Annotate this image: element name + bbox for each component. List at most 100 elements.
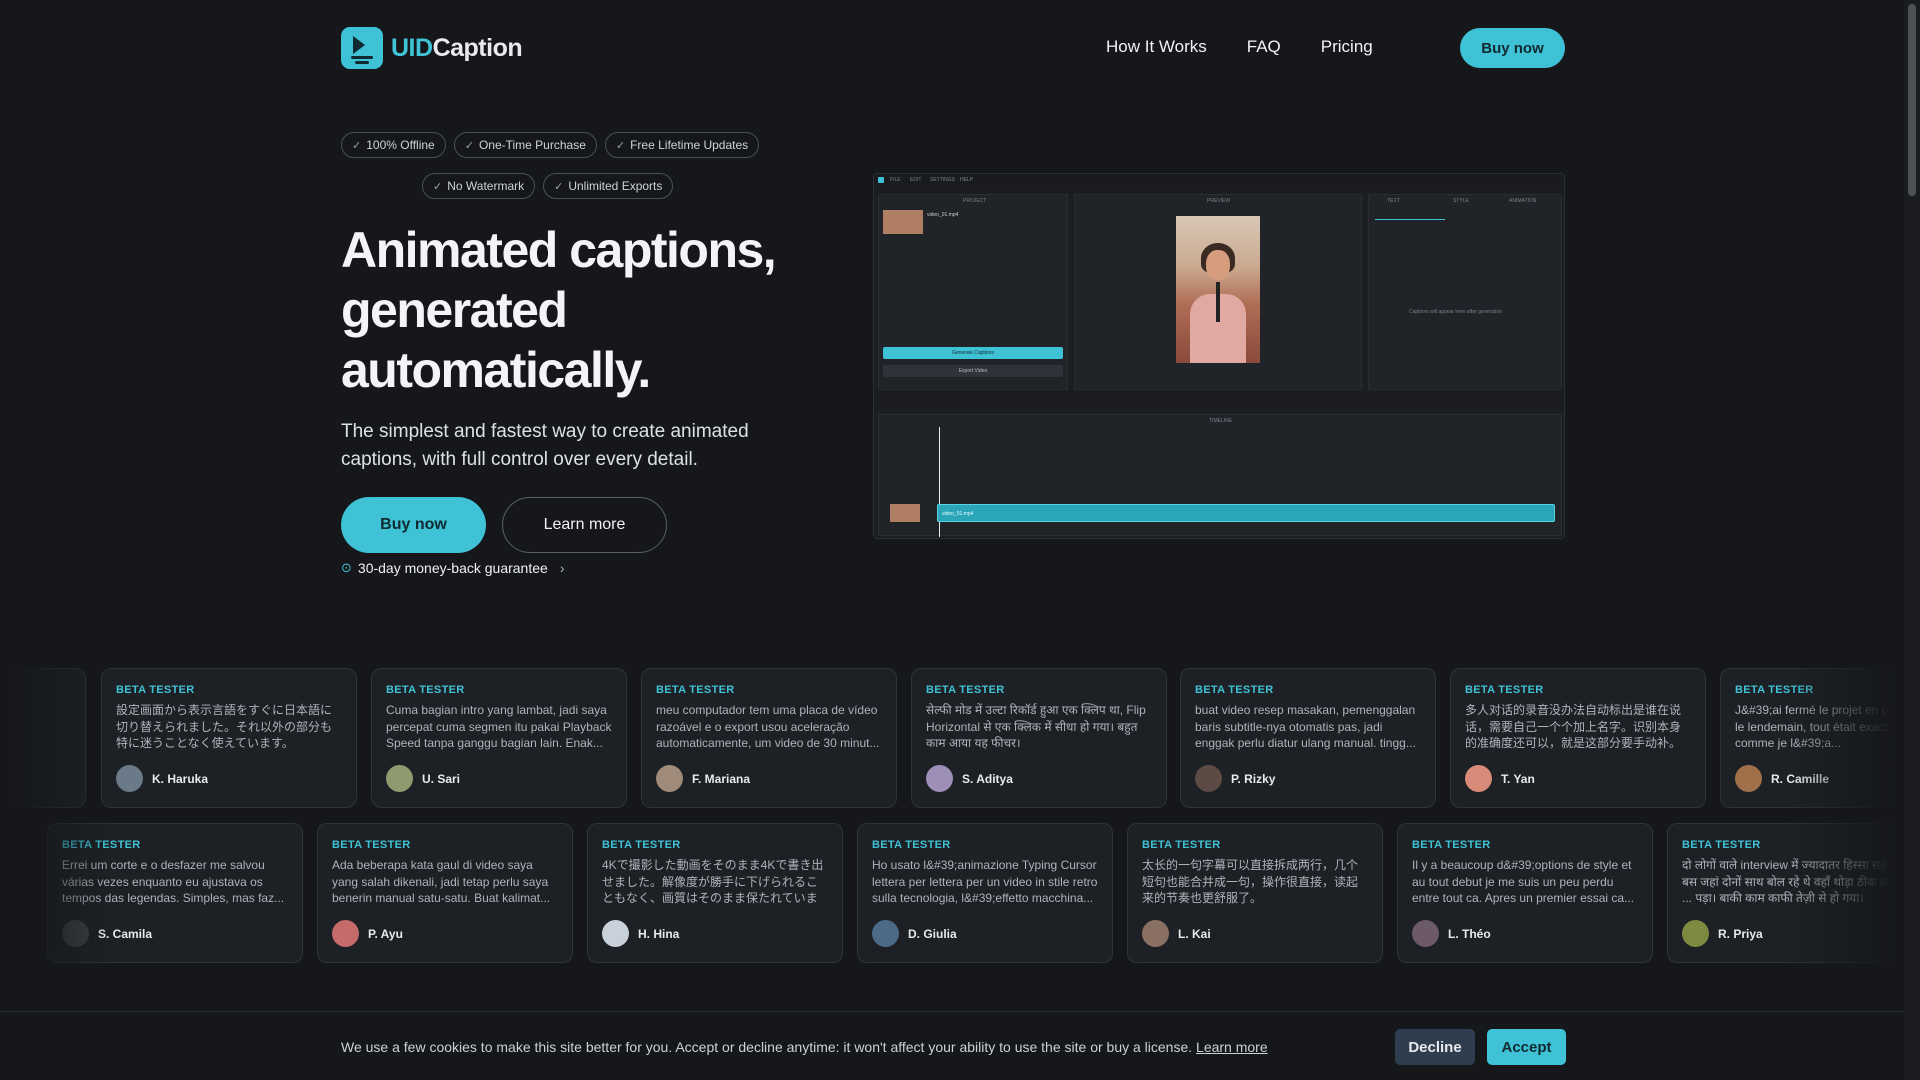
badge-label: No Watermark — [447, 179, 525, 193]
preview-project-panel: Project video_01.mp4 Generate Captions E… — [878, 194, 1068, 390]
feature-badges: ✓ 100% Offline ✓ One-Time Purchase ✓ Free L… — [341, 132, 761, 214]
cookie-decline-button[interactable]: Decline — [1395, 1029, 1475, 1065]
card-user: P. Rizky — [1195, 765, 1275, 792]
card-text: Il y a beaucoup d&#39;options de style e… — [1412, 858, 1635, 905]
card-user: L. Théo — [1412, 920, 1491, 947]
cookie-text: We use a few cookies to make this site b… — [341, 1039, 1268, 1055]
card-user: P. Ayu — [332, 920, 403, 947]
page-scrollbar[interactable] — [1904, 0, 1920, 1080]
card-tag: BETA TESTER — [1735, 684, 1814, 696]
card-tag: BETA TESTER — [926, 684, 1005, 696]
logo-icon — [341, 27, 383, 69]
card-tag: BETA TESTER — [0, 684, 71, 696]
card-user-name: P. Rizky — [1231, 771, 1276, 786]
preview-menu-edit: Edit — [910, 177, 922, 183]
avatar — [1195, 765, 1222, 792]
card-user: U. Sari — [386, 765, 460, 792]
preview-tab-indicator — [1375, 219, 1445, 220]
hero-title: Animated captions, generated automatical… — [341, 222, 777, 398]
check-icon: ✓ — [464, 139, 474, 152]
card-text: J&#39;ai fermé le projet en pa... et rep… — [1735, 703, 1904, 750]
avatar — [332, 920, 359, 947]
badge-label: Unlimited Exports — [568, 179, 663, 193]
testimonial-card: BETA TESTER Ada beberapa kata gaul di vi… — [317, 823, 573, 963]
badge-one-time-purchase: ✓ One-Time Purchase — [453, 132, 597, 158]
nav-link-pricing[interactable]: Pricing — [1321, 37, 1373, 57]
card-text: Ho usato l&#39;animazione Typing Cursor … — [872, 858, 1098, 905]
card-text: Cuma bagian intro yang lambat, jadi saya… — [386, 703, 612, 750]
card-tag: BETA TESTER — [656, 684, 735, 696]
card-user-name: S. Camila — [98, 926, 153, 941]
hero-learn-more-button[interactable]: Learn more — [502, 497, 667, 553]
card-user: R. Camille — [1735, 765, 1829, 792]
avatar — [62, 920, 89, 947]
nav-link-faq[interactable]: FAQ — [1247, 37, 1281, 57]
card-tag: BETA TESTER — [62, 839, 141, 851]
card-user: R. Priya — [1682, 920, 1763, 947]
badge-label: One-Time Purchase — [478, 138, 586, 152]
testimonial-card: BETA TESTER meu computador tem uma placa… — [641, 668, 897, 808]
preview-project-label: Project — [963, 198, 987, 204]
hero-buy-button[interactable]: Buy now — [341, 497, 486, 553]
card-user: L. Kai — [1142, 920, 1211, 947]
preview-menu-help: Help — [960, 177, 974, 183]
check-circle-icon: ⊙ — [341, 560, 352, 575]
hero-subtitle: The simplest and fastest way to create a… — [341, 421, 749, 470]
check-icon: ✓ — [352, 139, 362, 152]
testimonial-card: BETA TESTER buat video resep masakan, pe… — [1180, 668, 1436, 808]
avatar — [872, 920, 899, 947]
check-icon: ✓ — [433, 180, 443, 193]
preview-export-button: Export Video — [883, 365, 1063, 377]
testimonial-card: BETA TESTER 設定画面から表示言語をすぐに日本語に切り替えられました。… — [101, 668, 357, 808]
card-user-name: T. Yan — [1501, 771, 1535, 786]
card-user-name: P. Ayu — [368, 926, 403, 941]
badge-label: Free Lifetime Updates — [630, 138, 749, 152]
testimonials-row-1: BETA TESTER ...a fast. ...ão de ...o víd… — [0, 668, 1904, 808]
card-text: सेल्फी मोड में उल्टा रिकॉर्ड हुआ एक क्लि… — [926, 703, 1146, 750]
testimonial-card: BETA TESTER Errei um corte e o desfazer … — [47, 823, 303, 963]
guarantee-link[interactable]: ⊙ 30-day money-back guarantee › — [341, 560, 564, 576]
badge-label: 100% Offline — [366, 138, 435, 152]
preview-tab-animation: Animation — [1509, 198, 1537, 204]
card-tag: BETA TESTER — [1412, 839, 1491, 851]
preview-track-thumbnail — [890, 504, 920, 522]
badge-no-watermark: ✓ No Watermark — [422, 173, 536, 199]
testimonial-card: BETA TESTER J&#39;ai fermé le projet en … — [1720, 668, 1904, 808]
card-text: 設定画面から表示言語をすぐに日本語に切り替えられました。それ以外の部分も特に迷う… — [116, 703, 333, 750]
cookie-accept-button[interactable]: Accept — [1487, 1029, 1566, 1065]
testimonial-card: BETA TESTER 4Kで撮影した動画をそのまま4Kで書き出せました。解像度… — [587, 823, 843, 963]
preview-menu-settings: Settings — [930, 177, 956, 183]
testimonial-card: BETA TESTER ...a fast. ...ão de ...o víd… — [0, 668, 86, 808]
preview-file-name: video_01.mp4 — [927, 212, 959, 218]
testimonial-card: BETA TESTER Ho usato l&#39;animazione Ty… — [857, 823, 1113, 963]
testimonial-card: BETA TESTER दो लोगों वाले interview में … — [1667, 823, 1904, 963]
card-user-name: F. Mariana — [692, 771, 751, 786]
badge-lifetime-updates: ✓ Free Lifetime Updates — [604, 132, 760, 158]
card-tag: BETA TESTER — [1195, 684, 1274, 696]
card-text: buat video resep masakan, pemenggalan ba… — [1195, 703, 1416, 750]
preview-menubar: File Edit Settings Help — [874, 174, 1564, 186]
card-user: D. Giulia — [872, 920, 957, 947]
card-user: T. Yan — [1465, 765, 1535, 792]
person-face — [1206, 250, 1230, 280]
card-tag: BETA TESTER — [1682, 839, 1761, 851]
avatar — [656, 765, 683, 792]
badge-unlimited-exports: ✓ Unlimited Exports — [543, 173, 674, 199]
cookie-learn-more-link[interactable]: Learn more — [1196, 1039, 1268, 1055]
brand-logo[interactable]: UIDCaption — [341, 27, 523, 69]
brand-name-prefix: UID — [391, 33, 433, 62]
card-tag: BETA TESTER — [386, 684, 465, 696]
card-text: meu computador tem uma placa de vídeo ra… — [656, 703, 880, 750]
avatar — [1682, 920, 1709, 947]
preview-style-panel: Text Style Animation Captions will appea… — [1368, 194, 1562, 390]
nav-buy-button[interactable]: Buy now — [1460, 28, 1565, 68]
card-user-name: D. Giulia — [908, 926, 957, 941]
testimonial-card: BETA TESTER सेल्फी मोड में उल्टा रिकॉर्ड… — [911, 668, 1167, 808]
scrollbar-thumb[interactable] — [1908, 4, 1916, 196]
testimonial-card: BETA TESTER 多人对话的录音没办法自动标出是谁在说话，需要自己一个个加… — [1450, 668, 1706, 808]
preview-menu-file: File — [890, 177, 901, 183]
card-user-name: K. Haruka — [152, 771, 209, 786]
microphone — [1216, 282, 1220, 322]
cookie-banner: We use a few cookies to make this site b… — [0, 1011, 1904, 1080]
nav-link-how-it-works[interactable]: How It Works — [1106, 37, 1207, 57]
